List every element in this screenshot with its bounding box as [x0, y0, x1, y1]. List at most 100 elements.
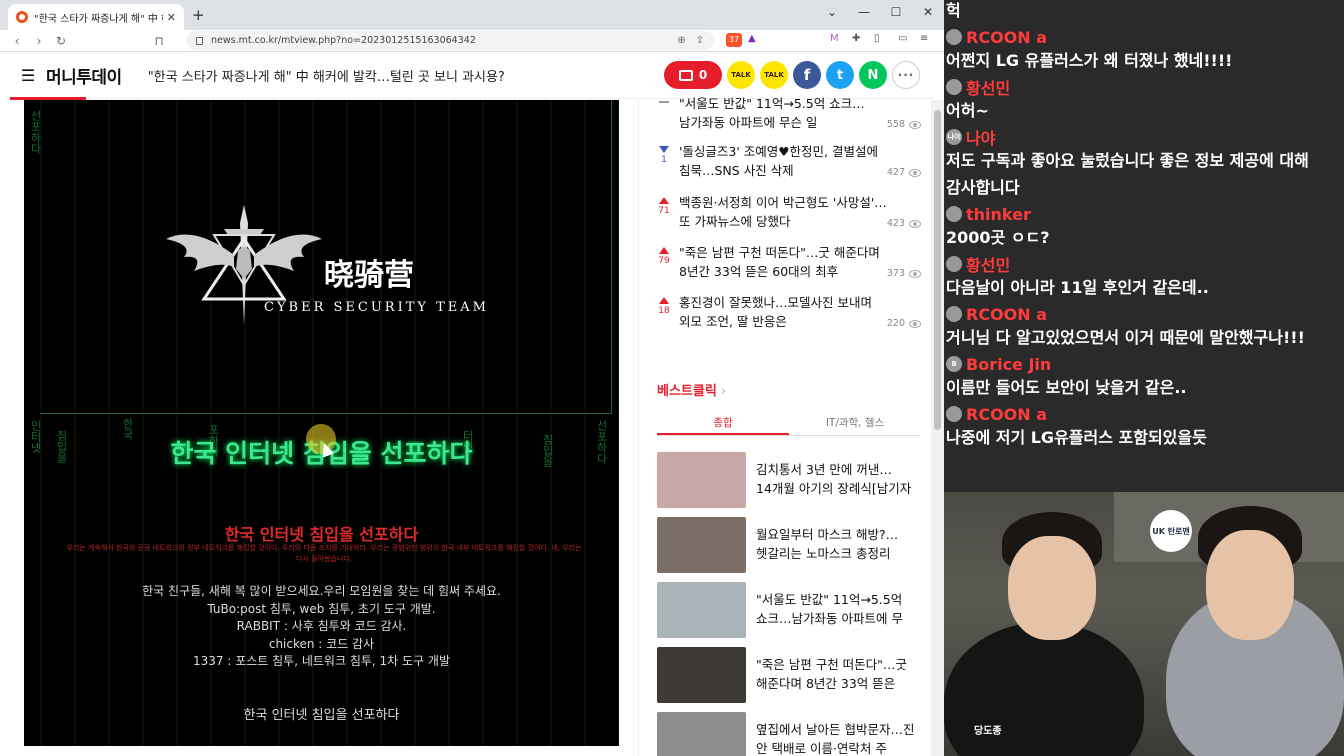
chat-line: 어허~: [946, 100, 1342, 122]
tab-it-science-health[interactable]: IT/과학, 헬스: [789, 412, 921, 435]
ranking-title[interactable]: "죽은 남편 구천 떠돈다"…굿 해준다며 8년간 33억 뜯은 60대의 최후: [679, 243, 897, 281]
screen: "한국 스타가 짜증나게 해" 中 해커 ✕ + ⌄ — ☐ ✕ ‹ › ↻ ⊓…: [0, 0, 1344, 756]
ranking-item[interactable]: 18 홍진경이 잘못했나…모델사진 보내며 외모 조언, 딸 반응은 220: [657, 293, 921, 331]
rank-up-icon: [659, 247, 669, 254]
sidebar-icon[interactable]: ▯: [874, 33, 880, 44]
site-logo[interactable]: 머니투데이: [46, 63, 122, 88]
article-thumbnail[interactable]: [657, 647, 746, 703]
article-thumbnail[interactable]: [657, 712, 746, 756]
best-click-item[interactable]: "죽은 남편 구천 떠돈다"…굿 해준다며 8년간 33억 뜯은: [657, 647, 921, 703]
ranking-item[interactable]: 79 "죽은 남편 구천 떠돈다"…굿 해준다며 8년간 33억 뜯은 60대의 …: [657, 243, 921, 281]
best-click-item[interactable]: "서울도 반값" 11억→5.5억 쇼크…남가좌동 아파트에 무: [657, 582, 921, 638]
article-thumbnail[interactable]: [657, 517, 746, 573]
brave-rewards-icon[interactable]: ▲: [748, 33, 756, 44]
page-scrollbar[interactable]: [931, 100, 944, 756]
view-count-value: 558: [886, 119, 905, 130]
chat-line: 나중에 저기 LG유플러스 포함되있을듯: [946, 427, 1342, 449]
naver-icon[interactable]: N: [859, 61, 887, 89]
ranking-item[interactable]: 1 '돌싱글즈3' 조예영♥한정민, 결별설에 침묵…SNS 사진 삭제 427: [657, 142, 921, 180]
chat-avatar: [946, 29, 962, 45]
site-menu-icon[interactable]: ☰: [10, 66, 46, 85]
browser-window: "한국 스타가 짜증나게 해" 中 해커 ✕ + ⌄ — ☐ ✕ ‹ › ↻ ⊓…: [0, 0, 944, 756]
view-count: 558: [887, 119, 921, 130]
scrollbar-thumb[interactable]: [934, 110, 941, 430]
rank-change: 79: [657, 247, 671, 266]
ranking-title[interactable]: '돌싱글즈3' 조예영♥한정민, 결별설에 침묵…SNS 사진 삭제: [679, 142, 897, 180]
best-click-label: 베스트클릭: [657, 384, 717, 399]
share-page-icon[interactable]: ⇪: [696, 35, 704, 46]
kakaotalk-share-icon[interactable]: TALK: [760, 61, 788, 89]
wall-badge: UK 탄로맨: [1150, 510, 1192, 552]
facebook-icon[interactable]: f: [793, 61, 821, 89]
kakaotalk-icon[interactable]: TALK: [727, 61, 755, 89]
close-window-icon[interactable]: ✕: [912, 0, 944, 24]
tab-search-icon[interactable]: ⌄: [816, 0, 848, 24]
reload-icon[interactable]: ↻: [50, 34, 72, 48]
best-click-item[interactable]: 옆집에서 날아든 협박문자…진 안 택배로 이름·연락처 주: [657, 712, 921, 756]
credit-line: 한국 친구들, 새해 복 많이 받으세요.우리 모임원을 찾는 데 힘써 주세요…: [142, 584, 501, 598]
chat-line: 감사합니다: [946, 177, 1342, 199]
menu-icon[interactable]: ≡: [920, 33, 928, 44]
eye-icon: [909, 219, 921, 228]
article-thumbnail[interactable]: [657, 582, 746, 638]
best-click-item-title[interactable]: "죽은 남편 구천 떠돈다"…굿 해준다며 8년간 33억 뜯은: [756, 655, 924, 695]
chat-message: 나중에 저기 LG유플러스 포함되있을듯: [946, 428, 1207, 447]
rank-change: 18: [657, 297, 671, 316]
best-click-item-title[interactable]: 옆집에서 날아든 협박문자…진 안 택배로 이름·연락처 주: [756, 720, 924, 756]
view-count-value: 373: [886, 268, 905, 279]
more-icon[interactable]: ···: [892, 61, 920, 89]
ranking-title[interactable]: 백종원·서정희 이어 박근형도 '사망설'…또 가짜뉴스에 당했다: [679, 193, 897, 231]
best-click-item-title[interactable]: 월요일부터 마스크 해방?…헷갈리는 노마스크 총정리: [756, 525, 924, 565]
browser-tab[interactable]: "한국 스타가 짜증나게 해" 中 해커 ✕: [8, 4, 184, 30]
zoom-icon[interactable]: ⊕: [677, 35, 685, 46]
chat-line: thinker: [946, 204, 1342, 224]
forward-icon[interactable]: ›: [28, 34, 50, 48]
maximize-icon[interactable]: ☐: [880, 0, 912, 24]
streamer-left-face: [1008, 536, 1096, 640]
chat-avatar: 나야: [946, 129, 962, 145]
shirt-logo: 당도종: [974, 726, 1002, 737]
best-click-title[interactable]: 베스트클릭 ›: [657, 380, 726, 399]
chat-username-text: Borice Jin: [966, 354, 1052, 374]
sidebar-column: "서울도 반값" 11억→5.5억 쇼크…남가좌동 아파트에 무슨 일 558 1 '…: [638, 96, 930, 756]
brave-shield-icon[interactable]: 37: [726, 33, 742, 47]
wallet-icon[interactable]: ▭: [898, 33, 907, 44]
tab-strip: "한국 스타가 짜증나게 해" 中 해커 ✕ + ⌄ — ☐ ✕: [0, 0, 944, 30]
rank-change-value: 18: [658, 306, 670, 316]
credit-line: 1337 : 포스트 침투, 네트워크 침투, 1차 도구 개발: [192, 654, 450, 668]
ranking-item[interactable]: "서울도 반값" 11억→5.5억 쇼크…남가좌동 아파트에 무슨 일 558: [657, 94, 921, 132]
view-count: 427: [887, 167, 921, 178]
close-tab-icon[interactable]: ✕: [167, 11, 176, 24]
bookmark-icon[interactable]: ⊓: [148, 34, 170, 48]
tab-overall[interactable]: 종합: [657, 412, 789, 435]
webcam-feed: UK 탄로맨 당도종: [944, 492, 1344, 756]
article-thumbnail[interactable]: [657, 452, 746, 508]
chat-username: 나야 나야: [946, 127, 1342, 148]
best-click-item-title[interactable]: "서울도 반값" 11억→5.5억 쇼크…남가좌동 아파트에 무: [756, 590, 924, 630]
twitter-icon[interactable]: t: [826, 61, 854, 89]
credits-list: 한국 친구들, 새해 복 많이 받으세요.우리 모임원을 찾는 데 힘써 주세요…: [24, 583, 619, 671]
chat-line: 다음날이 아니라 11일 후인거 같은데..: [946, 277, 1342, 299]
eye-icon: [909, 120, 921, 129]
ranking-item[interactable]: 71 백종원·서정희 이어 박근형도 '사망설'…또 가짜뉴스에 당했다 423: [657, 193, 921, 231]
new-tab-icon[interactable]: +: [192, 6, 205, 24]
chat-line: 황선민: [946, 254, 1342, 275]
ranking-title[interactable]: "서울도 반값" 11억→5.5억 쇼크…남가좌동 아파트에 무슨 일: [679, 94, 897, 132]
chat-message: 거니님 다 알고있었으면서 이거 때문에 말안했구나!!!: [946, 328, 1305, 347]
best-click-item[interactable]: 월요일부터 마스크 해방?…헷갈리는 노마스크 총정리: [657, 517, 921, 573]
article-headline: "한국 스타가 짜증나게 해" 中 해커에 발칵…털린 곳 보니 과시용?: [147, 70, 505, 85]
site-header: ☰ 머니투데이 "한국 스타가 짜증나게 해" 中 해커에 발칵…털린 곳 보니…: [10, 53, 934, 99]
ranking-title[interactable]: 홍진경이 잘못했나…모델사진 보내며 외모 조언, 딸 반응은: [679, 293, 897, 331]
extension-m-icon[interactable]: M: [830, 33, 839, 44]
comment-button[interactable]: 0: [664, 61, 722, 89]
back-icon[interactable]: ‹: [6, 34, 28, 48]
best-click-item-title[interactable]: 김치통서 3년 만에 꺼낸…14개월 아기의 장례식[남기자: [756, 460, 924, 500]
view-count: 220: [887, 318, 921, 329]
chat-message: 이름만 들어도 보안이 낮을거 같은..: [946, 378, 1187, 397]
url-text: news.mt.co.kr/mtview.php?no=202301251516…: [211, 35, 476, 46]
chat-username-text: RCOON a: [966, 27, 1048, 47]
extensions-puzzle-icon[interactable]: ✚: [852, 33, 860, 44]
address-bar[interactable]: news.mt.co.kr/mtview.php?no=202301251516…: [186, 31, 714, 50]
best-click-item[interactable]: 김치통서 3년 만에 꺼낸…14개월 아기의 장례식[남기자: [657, 452, 921, 508]
minimize-icon[interactable]: —: [848, 0, 880, 24]
